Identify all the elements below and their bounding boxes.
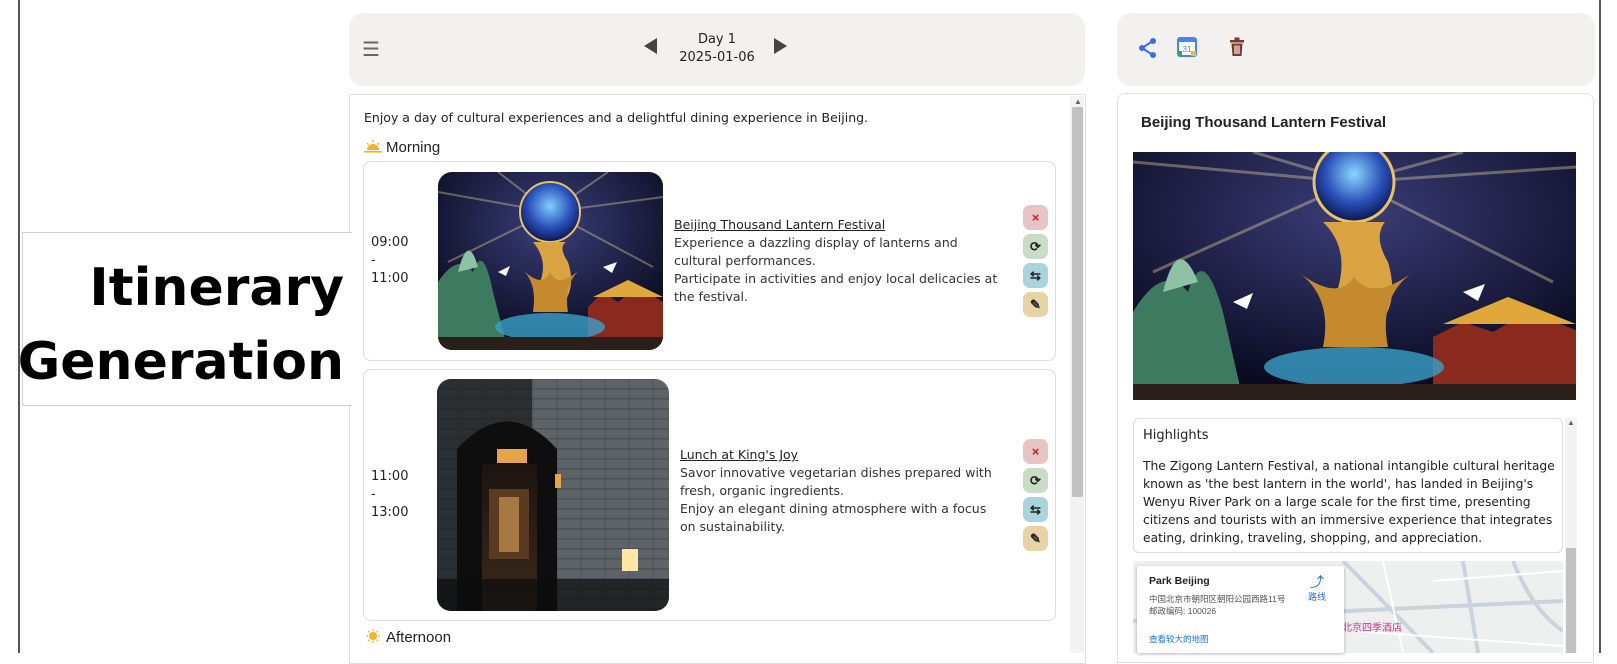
larger-map-link[interactable]: 查看较大的地图 xyxy=(1149,633,1209,645)
activity-title-link[interactable]: Beijing Thousand Lantern Festival xyxy=(674,216,1009,234)
time-separator: - xyxy=(371,487,376,502)
activity-detail-line: Enjoy an elegant dining atmosphere with … xyxy=(680,501,987,534)
day-date: 2025-01-06 xyxy=(679,50,755,65)
highlights-title: Highlights xyxy=(1143,428,1209,443)
section-morning-label: Morning xyxy=(386,139,441,156)
swap-activity-button[interactable]: ⇆ xyxy=(1023,497,1048,522)
activity-detail-line: Savor innovative vegetarian dishes prepa… xyxy=(680,465,992,498)
calendar-day-number: 31 xyxy=(1183,45,1192,54)
detail-toolbar: 31 xyxy=(1117,13,1595,86)
day-date-label: Day 1 2025-01-06 xyxy=(667,31,767,67)
activity-description: Beijing Thousand Lantern Festival Experi… xyxy=(674,216,1009,306)
map-address-line: 中国北京市朝阳区朝阳公园西路11号 xyxy=(1149,594,1286,604)
map-address: 中国北京市朝阳区朝阳公园西路11号 邮政编码: 100026 xyxy=(1149,593,1299,617)
highlights-box: Highlights The Zigong Lantern Festival, … xyxy=(1133,418,1563,553)
day-summary: Enjoy a day of cultural experiences and … xyxy=(364,110,869,125)
page-title: Itinerary Generation xyxy=(18,251,344,399)
activity-detail-line: Participate in activities and enjoy loca… xyxy=(674,271,998,304)
day-number: Day 1 xyxy=(697,32,737,47)
scroll-up-arrow-icon[interactable]: ▲ xyxy=(1074,97,1082,106)
activity-image[interactable] xyxy=(438,172,663,350)
previous-day-arrow-icon[interactable] xyxy=(644,38,657,54)
activity-detail-line: Experience a dazzling display of lantern… xyxy=(674,235,958,268)
next-day-arrow-icon[interactable] xyxy=(774,38,787,54)
refresh-activity-button[interactable]: ⟳ xyxy=(1023,234,1048,259)
window-frame-right xyxy=(1599,0,1601,653)
sunrise-icon xyxy=(364,139,382,153)
sun-icon xyxy=(364,629,382,643)
google-calendar-icon[interactable]: 31 xyxy=(1177,37,1197,62)
edit-activity-button[interactable]: ✎ xyxy=(1023,292,1048,317)
detail-image xyxy=(1133,152,1576,400)
scroll-up-arrow-icon[interactable]: ▲ xyxy=(1567,418,1575,427)
start-time: 09:00 xyxy=(371,235,409,250)
section-morning: Morning xyxy=(364,139,440,156)
time-separator: - xyxy=(371,253,376,268)
section-afternoon: Afternoon xyxy=(364,629,451,646)
activity-image[interactable] xyxy=(437,379,669,611)
map-postal-code: 邮政编码: 100026 xyxy=(1149,606,1217,616)
trash-icon[interactable] xyxy=(1229,37,1245,62)
day-navigation-bar: ☰ Day 1 2025-01-06 xyxy=(349,13,1085,86)
directions-button[interactable]: ⤴ 路线 xyxy=(1302,574,1332,603)
remove-activity-button[interactable]: × xyxy=(1023,439,1048,464)
activity-title-link[interactable]: Lunch at King's Joy xyxy=(680,446,1000,464)
map-poi-label[interactable]: 北京四季酒店 xyxy=(1342,619,1402,634)
title-overlay: Itinerary Generation xyxy=(18,232,352,406)
page-title-line: Itinerary xyxy=(89,258,344,318)
page-title-line: Generation xyxy=(17,332,344,392)
edit-activity-button[interactable]: ✎ xyxy=(1023,526,1048,551)
end-time: 11:00 xyxy=(371,271,409,286)
directions-label: 路线 xyxy=(1307,592,1326,602)
start-time: 11:00 xyxy=(371,469,409,484)
section-afternoon-label: Afternoon xyxy=(386,629,452,646)
map-place-card: Park Beijing 中国北京市朝阳区朝阳公园西路11号 邮政编码: 100… xyxy=(1137,566,1344,653)
detail-scrollbar-thumb[interactable] xyxy=(1566,548,1576,653)
directions-icon: ⤴ xyxy=(1310,574,1324,590)
share-icon[interactable] xyxy=(1138,37,1158,64)
remove-activity-button[interactable]: × xyxy=(1023,205,1048,230)
itinerary-scrollbar-thumb[interactable] xyxy=(1072,107,1083,497)
activity-description: Lunch at King's Joy Savor innovative veg… xyxy=(680,446,1000,536)
map-place-name: Park Beijing xyxy=(1149,575,1210,587)
detail-title: Beijing Thousand Lantern Festival xyxy=(1141,114,1387,131)
swap-activity-button[interactable]: ⇆ xyxy=(1023,263,1048,288)
highlights-text: The Zigong Lantern Festival, a national … xyxy=(1143,459,1555,545)
activity-time: 11:00 - 13:00 xyxy=(371,468,408,522)
end-time: 13:00 xyxy=(371,505,409,520)
activity-time: 09:00 - 11:00 xyxy=(371,234,408,288)
refresh-activity-button[interactable]: ⟳ xyxy=(1023,468,1048,493)
hamburger-icon[interactable]: ☰ xyxy=(362,37,380,62)
